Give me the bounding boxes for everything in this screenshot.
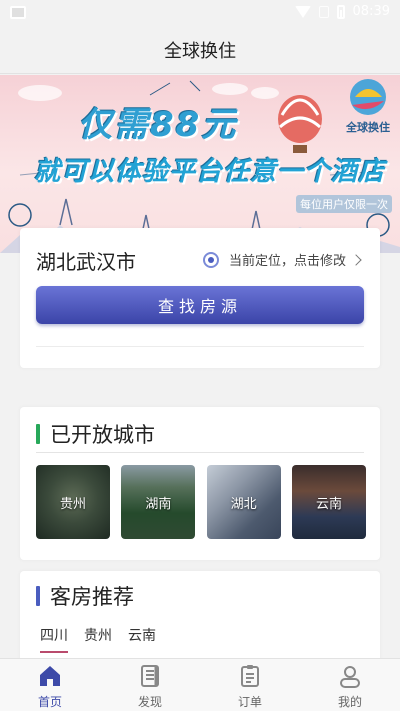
location-target-icon xyxy=(202,251,219,268)
banner-brand: 全球换住 xyxy=(346,121,390,134)
status-bar: 08:39 xyxy=(0,0,400,26)
section-accent-bar xyxy=(36,586,40,606)
no-sim-icon xyxy=(318,5,329,18)
banner-subline: 就可以体验平台任意一个酒店 xyxy=(34,157,386,187)
search-rooms-button[interactable]: 查找房源 xyxy=(36,286,364,324)
app-header: 全球换住 xyxy=(0,26,400,74)
city-tile-hubei[interactable]: 湖北 xyxy=(206,465,281,539)
status-time: 08:39 xyxy=(352,4,390,19)
nav-label: 我的 xyxy=(337,695,362,709)
divider xyxy=(36,346,364,347)
open-cities-title: 已开放城市 xyxy=(50,423,155,447)
section-accent-bar xyxy=(36,424,40,444)
province-tabs: 四川 贵州 云南 xyxy=(40,625,156,653)
banner-headline: 仅需88元 xyxy=(78,105,238,145)
city-tiles: 贵州 湖南 湖北 云南 xyxy=(36,465,366,539)
open-cities-card: 已开放城市 贵州 湖南 湖北 云南 xyxy=(20,407,380,560)
tab-guizhou[interactable]: 贵州 xyxy=(84,625,112,653)
profile-icon xyxy=(340,666,360,688)
city-tile-label: 湖南 xyxy=(145,496,172,512)
discover-icon xyxy=(141,665,159,687)
bottom-nav: 首页 发现 订单 我的 xyxy=(0,658,400,711)
divider xyxy=(36,452,364,453)
nav-label: 发现 xyxy=(137,695,162,709)
tab-yunnan[interactable]: 云南 xyxy=(128,625,156,653)
promo-banner[interactable]: 仅需88元 就可以体验平台任意一个酒店 全球换住 每位用户仅限一次 xyxy=(0,75,400,253)
recommend-title: 客房推荐 xyxy=(50,585,134,609)
nav-label: 首页 xyxy=(37,695,62,709)
banner-note: 每位用户仅限一次 xyxy=(296,195,392,213)
nav-label: 订单 xyxy=(237,695,262,709)
home-icon xyxy=(40,666,60,686)
city-tile-yunnan[interactable]: 云南 xyxy=(291,465,366,539)
battery-icon xyxy=(336,4,345,19)
open-cities-header: 已开放城市 xyxy=(36,419,155,449)
selected-city[interactable]: 湖北武汉市 xyxy=(36,246,136,275)
wifi-icon xyxy=(294,5,311,18)
chevron-right-icon xyxy=(350,253,362,266)
location-hint: 当前定位，点击修改 xyxy=(228,254,346,269)
tab-sichuan[interactable]: 四川 xyxy=(40,625,68,653)
location-modify[interactable]: 当前定位，点击修改 xyxy=(202,250,362,269)
city-tile-label: 云南 xyxy=(315,496,342,512)
page-title: 全球换住 xyxy=(164,40,236,62)
city-tile-label: 贵州 xyxy=(59,496,86,512)
nav-orders[interactable]: 订单 xyxy=(200,659,300,711)
nav-profile[interactable]: 我的 xyxy=(300,659,400,711)
city-tile-hunan[interactable]: 湖南 xyxy=(121,465,196,539)
nav-home[interactable]: 首页 xyxy=(0,659,100,711)
recommend-header: 客房推荐 xyxy=(36,581,134,611)
search-card: 湖北武汉市 当前定位，点击修改 查找房源 xyxy=(20,228,380,368)
orders-icon xyxy=(241,665,259,687)
city-tile-label: 湖北 xyxy=(230,496,257,512)
city-tile-guizhou[interactable]: 贵州 xyxy=(36,465,110,539)
nav-discover[interactable]: 发现 xyxy=(100,659,200,711)
room-recommend-card: 客房推荐 四川 贵州 云南 xyxy=(20,571,380,671)
image-notification-icon xyxy=(10,6,26,19)
